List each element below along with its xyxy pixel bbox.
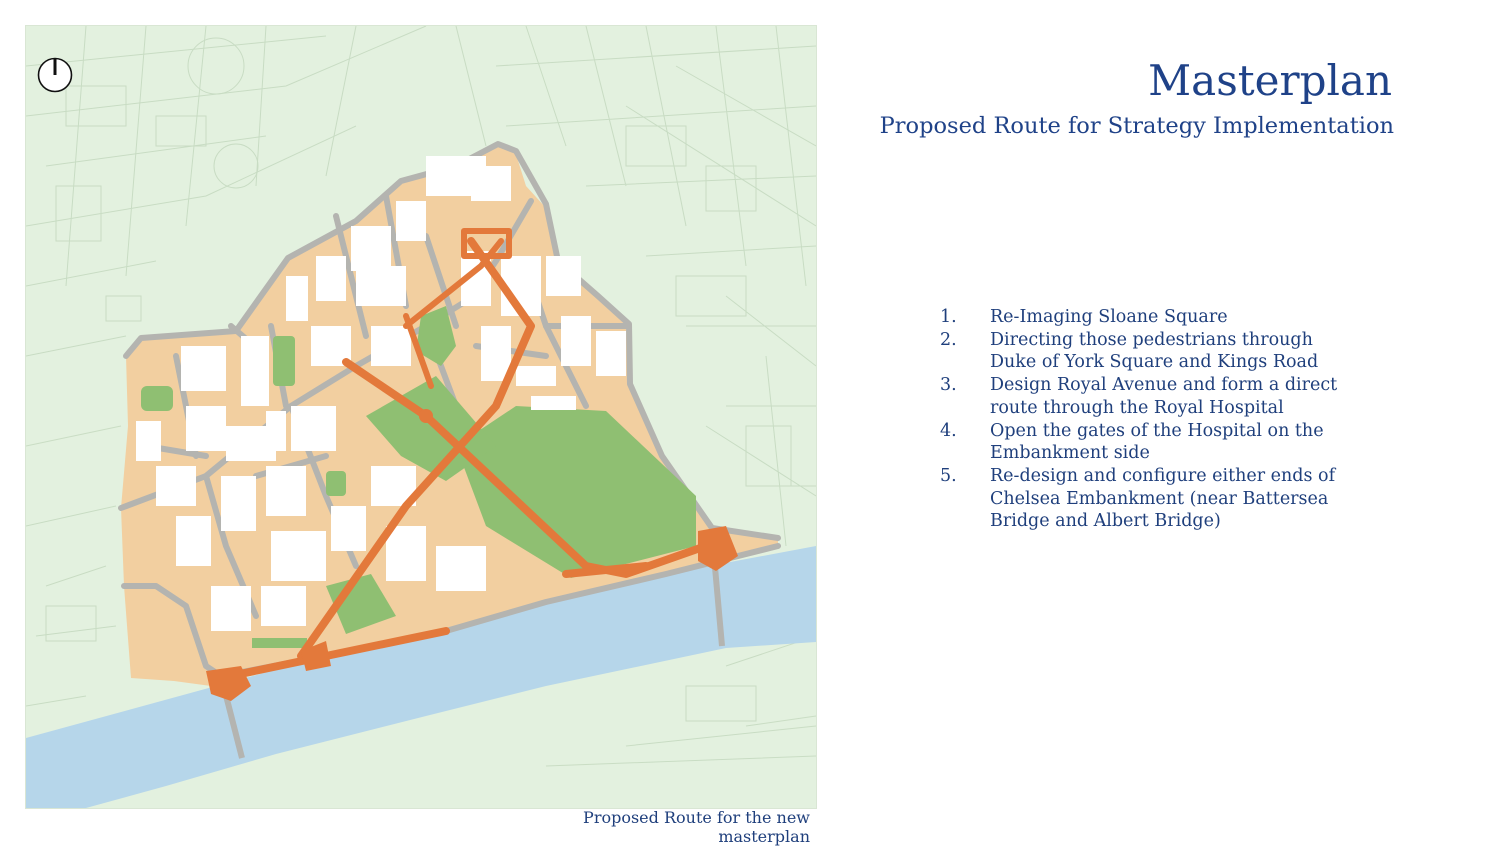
step-text: Re-Imaging Sloane Square xyxy=(990,307,1228,327)
list-item: 4. Open the gates of the Hospital on the … xyxy=(940,420,1340,465)
list-item: 2. Directing those pedestrians through Du… xyxy=(940,329,1340,374)
map-caption: Proposed Route for the new masterplan xyxy=(583,808,810,846)
north-arrow-icon xyxy=(37,57,73,93)
step-text: Open the gates of the Hospital on the Em… xyxy=(990,420,1324,464)
strategy-steps-list: 1. Re-Imaging Sloane Square 2. Directing t… xyxy=(940,306,1340,533)
page-title: Masterplan xyxy=(1148,56,1392,105)
list-item: 3. Design Royal Avenue and form a direct … xyxy=(940,374,1340,419)
list-item: 1. Re-Imaging Sloane Square xyxy=(940,306,1340,329)
step-text: Re-design and configure either ends of C… xyxy=(990,465,1336,532)
step-text: Directing those pedestrians through Duke… xyxy=(990,329,1319,373)
page-subtitle: Proposed Route for Strategy Implementati… xyxy=(879,113,1394,139)
masterplan-map xyxy=(25,25,817,809)
step-number: 1. xyxy=(940,307,957,327)
step-number: 2. xyxy=(940,329,957,350)
step-number: 3. xyxy=(940,375,957,396)
map-canvas xyxy=(26,26,816,808)
step-number: 5. xyxy=(940,465,957,486)
step-number: 4. xyxy=(940,420,957,441)
step-text: Design Royal Avenue and form a direct ro… xyxy=(990,375,1338,418)
list-item: 5. Re-design and configure either ends of… xyxy=(940,465,1340,533)
